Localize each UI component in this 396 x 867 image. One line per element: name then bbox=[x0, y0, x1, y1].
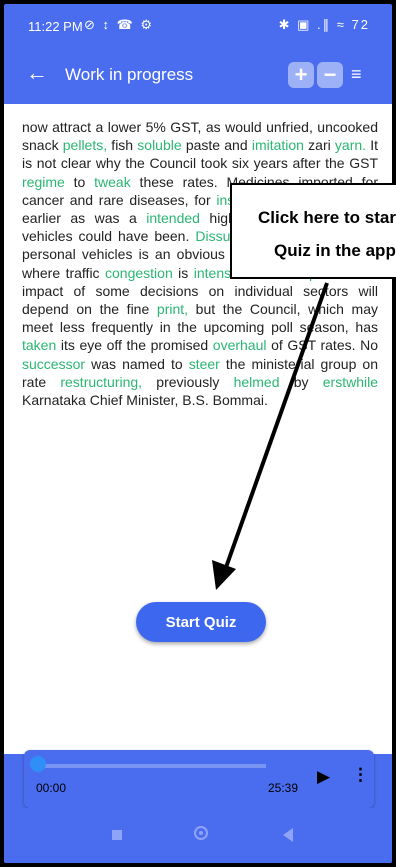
more-vert-icon[interactable]: ⋮ bbox=[352, 765, 369, 785]
app-bar: ← Work in progress + − ≡ bbox=[4, 48, 392, 104]
audio-total-time: 25:39 bbox=[268, 781, 299, 795]
highlighted-word[interactable]: imitation bbox=[252, 137, 304, 153]
highlighted-word[interactable]: helmed bbox=[234, 374, 280, 390]
highlighted-word[interactable]: pellets, bbox=[63, 137, 107, 153]
back-arrow-icon[interactable]: ← bbox=[26, 62, 48, 84]
highlighted-word[interactable]: overhaul bbox=[213, 337, 267, 353]
highlighted-word[interactable]: congestion bbox=[105, 265, 173, 281]
article-text-run: was named to bbox=[85, 355, 189, 372]
nav-recents-icon[interactable] bbox=[112, 830, 122, 840]
callout-line-1: Click here to start bbox=[258, 208, 396, 227]
page-title: Work in progress bbox=[65, 65, 194, 84]
article-text-run: fish bbox=[107, 137, 138, 154]
highlighted-word[interactable]: erstwhile bbox=[323, 374, 378, 390]
article-text-run: paste and bbox=[181, 137, 252, 154]
audio-progress-track[interactable] bbox=[36, 764, 266, 768]
menu-icon[interactable]: ≡ bbox=[351, 65, 362, 83]
article-text-run: earlier as was a bbox=[22, 210, 147, 227]
article-text-run: zari bbox=[303, 137, 335, 154]
system-nav-bar bbox=[4, 808, 392, 863]
article-text-run: by bbox=[279, 373, 323, 390]
highlighted-word[interactable]: successor bbox=[22, 356, 85, 372]
article-text-run: to bbox=[64, 173, 95, 190]
highlighted-word[interactable]: steer bbox=[189, 356, 220, 372]
start-quiz-button[interactable]: Start Quiz bbox=[136, 602, 266, 642]
article-text-run: is bbox=[172, 264, 194, 281]
zoom-out-button[interactable]: − bbox=[317, 62, 343, 88]
audio-progress-knob[interactable] bbox=[30, 756, 46, 772]
callout-line-2: Quiz in the app bbox=[274, 241, 396, 260]
play-icon[interactable]: ▶ bbox=[317, 767, 330, 787]
highlighted-word[interactable]: soluble bbox=[137, 137, 181, 153]
article-text-run: of GST rates. No bbox=[266, 337, 378, 354]
nav-home-icon[interactable] bbox=[194, 826, 208, 840]
status-bar: 11:22 PM ⊘ ↕ ☎ ⚙ ✱ ▣ .∥ ≈ 72 bbox=[4, 4, 392, 48]
audio-player: 00:00 25:39 ▶ ⋮ bbox=[24, 750, 374, 808]
zoom-in-button[interactable]: + bbox=[288, 62, 314, 88]
highlighted-word[interactable]: regime bbox=[22, 174, 65, 190]
highlighted-word[interactable]: restructuring, bbox=[60, 374, 142, 390]
highlighted-word[interactable]: intended bbox=[146, 210, 200, 226]
highlighted-word[interactable]: print, bbox=[157, 301, 188, 317]
notification-icons: ⊘ ↕ ☎ ⚙ bbox=[84, 17, 155, 32]
system-status-icons: ✱ ▣ .∥ ≈ 72 bbox=[278, 17, 370, 32]
article-text-run: its eye off the promised bbox=[56, 337, 213, 354]
article-text-run: Karnataka Chief Minister, B.S. Bommai. bbox=[22, 392, 268, 409]
highlighted-word[interactable]: yarn. bbox=[335, 137, 366, 153]
status-time: 11:22 PM bbox=[28, 19, 83, 34]
nav-back-icon[interactable] bbox=[283, 828, 293, 842]
article-text-run: previously bbox=[142, 373, 234, 390]
phone-screen: 11:22 PM ⊘ ↕ ☎ ⚙ ✱ ▣ .∥ ≈ 72 ← Work in p… bbox=[4, 4, 392, 863]
tutorial-callout: Click here to start Quiz in the app bbox=[230, 183, 396, 279]
highlighted-word[interactable]: taken bbox=[22, 337, 56, 353]
highlighted-word[interactable]: tweak bbox=[94, 174, 131, 190]
audio-current-time: 00:00 bbox=[36, 781, 67, 795]
